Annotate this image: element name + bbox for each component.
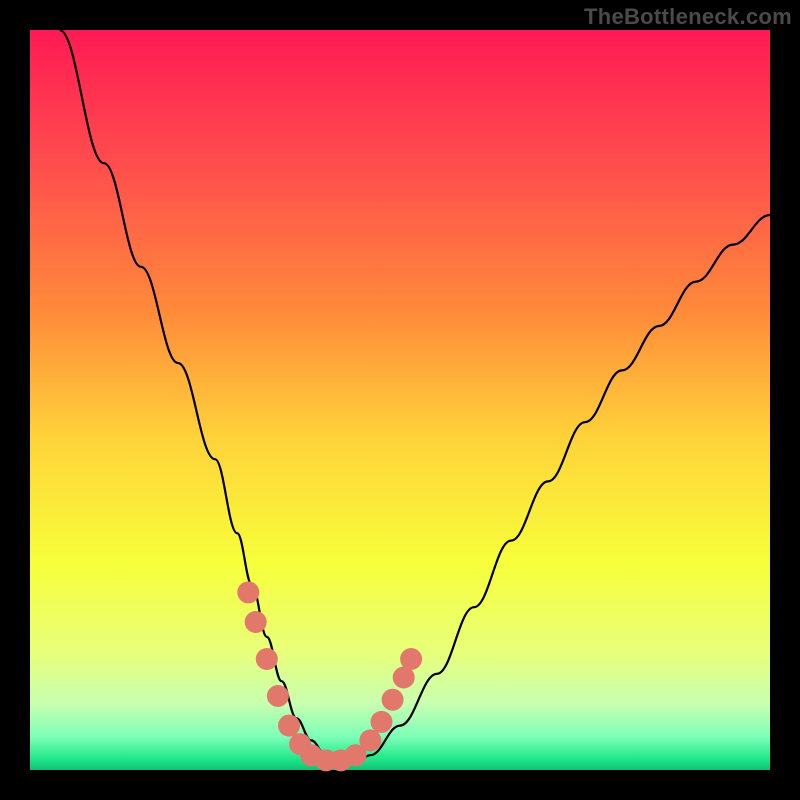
- highlight-dot: [278, 715, 300, 737]
- highlight-dot: [256, 648, 278, 670]
- highlight-dot: [359, 729, 381, 751]
- highlight-dot: [400, 648, 422, 670]
- chart-container: TheBottleneck.com: [0, 0, 800, 800]
- highlight-dot: [382, 689, 404, 711]
- highlight-dot: [237, 581, 259, 603]
- plot-background: [30, 30, 770, 770]
- highlight-dot: [371, 711, 393, 733]
- chart-svg: [0, 0, 800, 800]
- highlight-dot: [245, 611, 267, 633]
- highlight-dot: [267, 685, 289, 707]
